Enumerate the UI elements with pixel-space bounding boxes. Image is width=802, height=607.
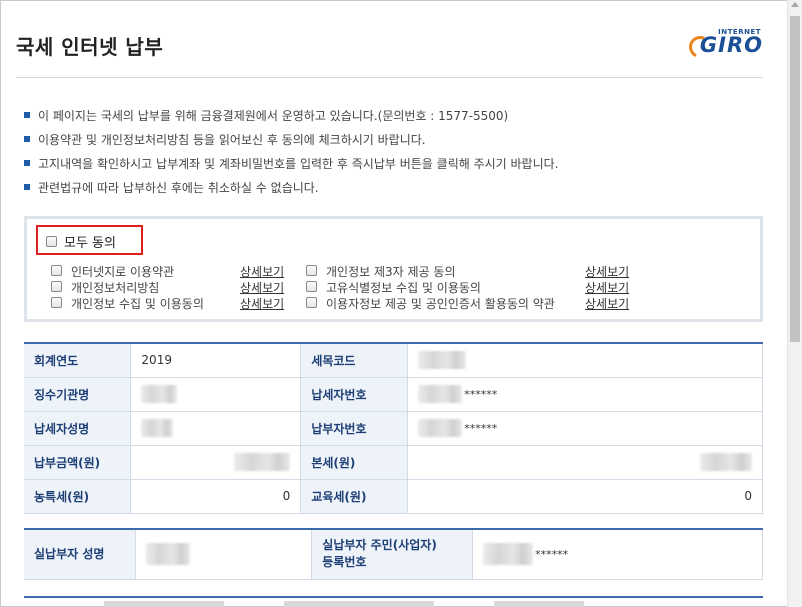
terms-row: 개인정보처리방침 상세보기 고유식별정보 수집 및 이용동의 상세보기: [51, 279, 751, 295]
terms-checkbox-unique-id[interactable]: [306, 281, 317, 292]
terms-label-certificate: 이용자정보 제공 및 공인인증서 활용동의 약관: [326, 297, 555, 311]
taxpayer-no-label: 납세자번호: [300, 377, 408, 412]
redacted-value: [141, 385, 178, 403]
actual-payer-table: 실납부자 성명 실납부자 주민(사업자) 등록번호 ******: [24, 528, 763, 580]
redacted-value: [418, 419, 463, 437]
page-header: 국세 인터넷 납부 INTERNET GIRO: [16, 28, 763, 78]
detail-link-privacy-policy[interactable]: 상세보기: [240, 279, 284, 296]
tax-code-label: 세목코드: [300, 343, 408, 378]
taxpayer-name-value: [130, 411, 302, 446]
terms-label-internet-giro: 인터넷지로 이용약관: [71, 265, 175, 279]
scroll-up-arrow-icon[interactable]: [791, 2, 799, 7]
redacted-value: [141, 419, 174, 437]
principal-value: [407, 445, 763, 480]
partial-content: [284, 601, 434, 607]
actual-payer-id-label: 실납부자 주민(사업자) 등록번호: [311, 529, 473, 580]
taxpayer-no-mask: ******: [464, 387, 498, 401]
actual-payer-id-label-line2: 등록번호: [322, 555, 367, 570]
terms-checkbox-internet-giro[interactable]: [51, 265, 62, 276]
detail-link-third-party[interactable]: 상세보기: [585, 263, 629, 280]
terms-label-third-party: 개인정보 제3자 제공 동의: [326, 265, 456, 279]
terms-checkbox-certificate[interactable]: [306, 297, 317, 308]
partial-content: [104, 601, 224, 607]
table-row: 납세자성명 납부자번호 ******: [24, 411, 763, 446]
page-title: 국세 인터넷 납부: [16, 35, 164, 59]
edu-tax-value: 0: [407, 479, 763, 514]
taxpayer-name-label: 납세자성명: [24, 411, 131, 446]
rural-tax-value: 0: [130, 479, 302, 514]
table-row: 농특세(원) 0 교육세(원) 0: [24, 479, 763, 514]
terms-checkbox-third-party[interactable]: [306, 265, 317, 276]
giro-logo: INTERNET GIRO: [685, 28, 763, 62]
scrollbar-thumb[interactable]: [790, 16, 800, 342]
rural-tax-label: 농특세(원): [24, 479, 131, 514]
table-row: 실납부자 성명 실납부자 주민(사업자) 등록번호 ******: [24, 529, 763, 580]
detail-link-unique-id[interactable]: 상세보기: [585, 279, 629, 296]
agree-all-label[interactable]: 모두 동의: [64, 232, 116, 251]
notice-item: 이용약관 및 개인정보처리방침 등을 읽어보신 후 동의에 체크하시기 바랍니다…: [24, 132, 764, 156]
terms-checkbox-privacy-policy[interactable]: [51, 281, 62, 292]
vertical-scrollbar[interactable]: [787, 0, 802, 607]
table-row: 징수기관명 납세자번호 ******: [24, 377, 763, 412]
payer-no-value: ******: [407, 411, 763, 446]
amount-label: 납부금액(원): [24, 445, 131, 480]
tax-code-value: [407, 343, 763, 378]
redacted-value: [700, 453, 752, 471]
redacted-value: [483, 543, 534, 566]
terms-row: 인터넷지로 이용약관 상세보기 개인정보 제3자 제공 동의 상세보기: [51, 263, 751, 279]
collector-label: 징수기관명: [24, 377, 131, 412]
agree-all-highlight: 모두 동의: [36, 225, 143, 255]
payer-no-label: 납부자번호: [300, 411, 408, 446]
collector-value: [130, 377, 302, 412]
edu-tax-label: 교육세(원): [300, 479, 408, 514]
tax-info-table: 회계연도 2019 세목코드 징수기관명 납세자번호 ****** 납세자성명 …: [24, 342, 763, 514]
fiscal-year-label: 회계연도: [24, 343, 131, 378]
notice-item: 이 페이지는 국세의 납부를 위해 금융결제원에서 운영하고 있습니다.(문의번…: [24, 108, 764, 132]
terms-label-unique-id: 고유식별정보 수집 및 이용동의: [326, 281, 481, 295]
detail-link-personal-info[interactable]: 상세보기: [240, 295, 284, 312]
table-row: 납부금액(원) 본세(원): [24, 445, 763, 480]
taxpayer-no-value: ******: [407, 377, 763, 412]
redacted-value: [418, 385, 463, 403]
terms-label-personal-info: 개인정보 수집 및 이용동의: [71, 297, 204, 311]
detail-link-internet-giro[interactable]: 상세보기: [240, 263, 284, 280]
detail-link-certificate[interactable]: 상세보기: [585, 295, 629, 312]
partial-content: [494, 601, 584, 607]
fiscal-year-value: 2019: [130, 343, 302, 378]
principal-label: 본세(원): [300, 445, 408, 480]
actual-payer-id-mask: ******: [535, 547, 569, 561]
actual-payer-name-value: [135, 529, 313, 580]
redacted-value: [418, 351, 467, 370]
notice-list: 이 페이지는 국세의 납부를 위해 금융결제원에서 운영하고 있습니다.(문의번…: [24, 108, 764, 204]
terms-label-privacy-policy: 개인정보처리방침: [71, 281, 160, 295]
notice-item: 관련법규에 따라 납부하신 후에는 취소하실 수 없습니다.: [24, 180, 764, 204]
actual-payer-name-label: 실납부자 성명: [24, 529, 136, 580]
redacted-value: [234, 453, 291, 471]
payer-no-mask: ******: [464, 421, 498, 435]
terms-checkbox-personal-info[interactable]: [51, 297, 62, 308]
agreement-box: 모두 동의 인터넷지로 이용약관 상세보기 개인정보 제3자 제공 동의 상세보…: [24, 216, 763, 322]
table-row: 회계연도 2019 세목코드: [24, 343, 763, 378]
redacted-value: [146, 543, 191, 566]
giro-logo-main-text: GIRO: [699, 33, 763, 57]
next-section-partial: [24, 596, 763, 607]
actual-payer-id-label-line1: 실납부자 주민(사업자): [322, 538, 437, 553]
agree-all-checkbox[interactable]: [46, 236, 57, 247]
notice-item: 고지내역을 확인하시고 납부계좌 및 계좌비밀번호를 입력한 후 즉시납부 버튼…: [24, 156, 764, 180]
amount-value: [130, 445, 302, 480]
terms-row: 개인정보 수집 및 이용동의 상세보기 이용자정보 제공 및 공인인증서 활용동…: [51, 295, 751, 311]
actual-payer-id-value: ******: [472, 529, 763, 580]
